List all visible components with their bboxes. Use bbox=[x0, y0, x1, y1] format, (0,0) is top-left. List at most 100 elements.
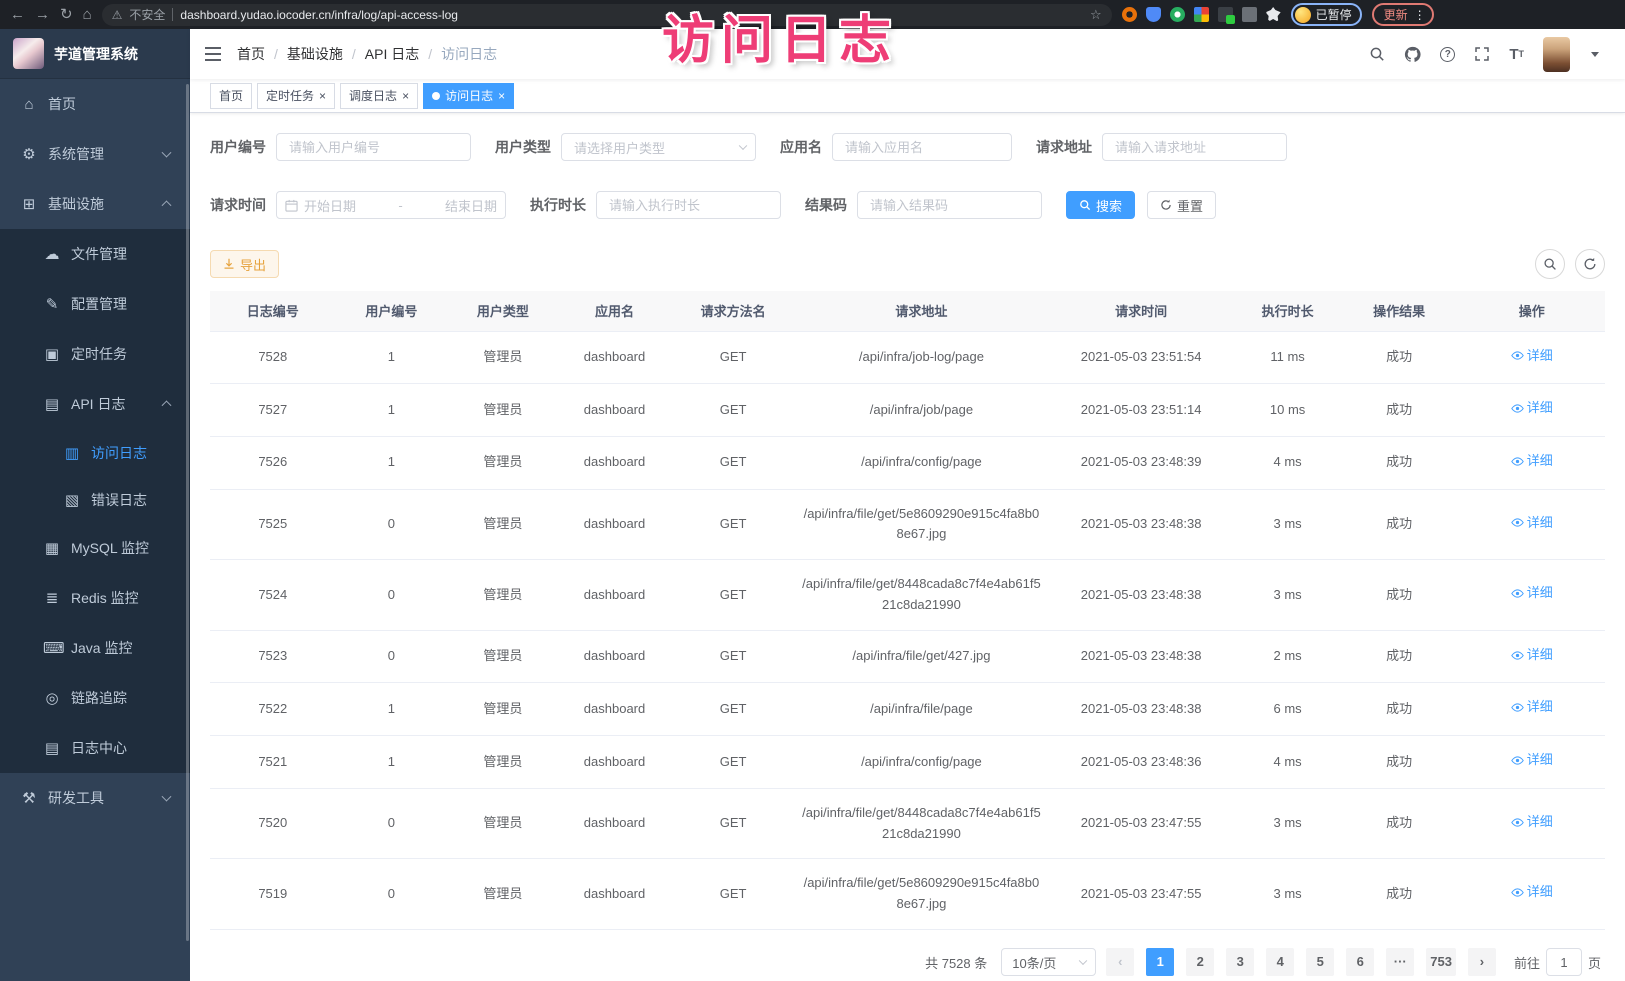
cell-app-name: dashboard bbox=[559, 788, 671, 859]
sidebar-item-access-log[interactable]: ▥ 访问日志 bbox=[0, 429, 190, 476]
request-url-input[interactable] bbox=[1102, 133, 1287, 161]
user-id-input[interactable] bbox=[276, 133, 471, 161]
sidebar-item-config-manage[interactable]: ✎ 配置管理 bbox=[0, 279, 190, 329]
detail-link[interactable]: 详细 bbox=[1511, 583, 1553, 604]
cell-app-name: dashboard bbox=[559, 560, 671, 631]
reset-button[interactable]: 重置 bbox=[1147, 191, 1216, 219]
github-icon[interactable] bbox=[1404, 46, 1421, 63]
close-icon[interactable]: × bbox=[319, 90, 326, 102]
tab-home[interactable]: 首页 bbox=[210, 83, 252, 109]
address-bar[interactable]: ⚠ 不安全 dashboard.yudao.iocoder.cn/infra/l… bbox=[102, 4, 1112, 26]
page-button-1[interactable]: 1 bbox=[1146, 948, 1174, 976]
sidebar-item-trace[interactable]: ◎ 链路追踪 bbox=[0, 673, 190, 723]
detail-link[interactable]: 详细 bbox=[1511, 398, 1553, 419]
sidebar-item-home[interactable]: ⌂ 首页 bbox=[0, 79, 190, 129]
tab-scheduled-jobs[interactable]: 定时任务 × bbox=[257, 83, 335, 109]
extension-icon-ghost[interactable] bbox=[1242, 7, 1257, 22]
url-text[interactable]: dashboard.yudao.iocoder.cn/infra/log/api… bbox=[180, 8, 1083, 22]
forward-icon[interactable]: → bbox=[35, 7, 50, 22]
search-button[interactable]: 搜索 bbox=[1066, 191, 1135, 219]
user-avatar[interactable] bbox=[1543, 37, 1570, 72]
browser-profile-chip[interactable]: 已暂停 bbox=[1291, 3, 1362, 26]
page-button-4[interactable]: 4 bbox=[1266, 948, 1294, 976]
detail-label: 详细 bbox=[1527, 750, 1553, 771]
sidebar-item-mysql-monitor[interactable]: ▦ MySQL 监控 bbox=[0, 523, 190, 573]
cell-actions: 详细 bbox=[1458, 859, 1605, 930]
sidebar-item-file-manage[interactable]: ☁ 文件管理 bbox=[0, 229, 190, 279]
reload-icon[interactable]: ↻ bbox=[60, 7, 73, 22]
sidebar-item-system[interactable]: ⚙ 系统管理 bbox=[0, 129, 190, 179]
page-button-6[interactable]: 6 bbox=[1346, 948, 1374, 976]
browser-chrome: ← → ↻ ⌂ ⚠ 不安全 dashboard.yudao.iocoder.cn… bbox=[0, 0, 1625, 29]
bookmark-star-icon[interactable]: ☆ bbox=[1090, 7, 1102, 23]
browser-update-button[interactable]: 更新 ⋮ bbox=[1372, 3, 1434, 26]
detail-link[interactable]: 详细 bbox=[1511, 451, 1553, 472]
detail-link[interactable]: 详细 bbox=[1511, 812, 1553, 833]
user-menu-caret-icon[interactable] bbox=[1591, 52, 1599, 57]
page-button-5[interactable]: 5 bbox=[1306, 948, 1334, 976]
sidebar-item-scheduled-jobs[interactable]: ▣ 定时任务 bbox=[0, 329, 190, 379]
page-button-3[interactable]: 3 bbox=[1226, 948, 1254, 976]
cell-duration: 4 ms bbox=[1235, 736, 1340, 789]
hamburger-icon[interactable] bbox=[205, 47, 221, 61]
detail-link[interactable]: 详细 bbox=[1511, 697, 1553, 718]
user-type-select[interactable]: 请选择用户类型 bbox=[561, 133, 756, 161]
app-name-input[interactable] bbox=[832, 133, 1012, 161]
sidebar-item-error-log[interactable]: ▧ 错误日志 bbox=[0, 476, 190, 523]
date-range-picker[interactable]: 开始日期 - 结束日期 bbox=[276, 191, 506, 219]
next-page-button[interactable]: › bbox=[1468, 948, 1496, 976]
cell-result: 成功 bbox=[1340, 683, 1459, 736]
extension-icon-orange[interactable] bbox=[1122, 7, 1137, 22]
export-button[interactable]: 导出 bbox=[210, 250, 279, 278]
page-button-753[interactable]: 753 bbox=[1426, 948, 1456, 976]
cell-request-time: 2021-05-03 23:51:14 bbox=[1047, 384, 1235, 437]
font-size-icon[interactable]: TT bbox=[1509, 47, 1524, 62]
close-icon[interactable]: × bbox=[498, 90, 505, 102]
breadcrumb-home[interactable]: 首页 bbox=[237, 44, 265, 64]
toggle-search-button[interactable] bbox=[1535, 249, 1565, 279]
chevron-down-icon bbox=[739, 142, 747, 150]
help-icon[interactable]: ? bbox=[1440, 47, 1455, 62]
cell-log-id: 7520 bbox=[210, 788, 336, 859]
sidebar-item-dev-tools[interactable]: ⚒ 研发工具 bbox=[0, 773, 190, 823]
browser-home-icon[interactable]: ⌂ bbox=[83, 7, 92, 22]
detail-link[interactable]: 详细 bbox=[1511, 346, 1553, 367]
tab-dispatch-log[interactable]: 调度日志 × bbox=[340, 83, 418, 109]
page-button-2[interactable]: 2 bbox=[1186, 948, 1214, 976]
back-icon[interactable]: ← bbox=[10, 7, 25, 22]
not-secure-label[interactable]: 不安全 bbox=[129, 6, 165, 23]
fullscreen-icon[interactable] bbox=[1474, 46, 1490, 62]
extension-icon-dark-badge[interactable] bbox=[1218, 7, 1233, 22]
app-logo-area[interactable]: 芋道管理系统 bbox=[0, 29, 190, 79]
extension-icon-shield[interactable] bbox=[1146, 7, 1161, 22]
detail-link[interactable]: 详细 bbox=[1511, 750, 1553, 771]
sidebar-item-java-monitor[interactable]: ⌨ Java 监控 bbox=[0, 623, 190, 673]
page-size-select[interactable]: 10条/页 bbox=[1001, 948, 1096, 976]
sidebar-item-log-center[interactable]: ▤ 日志中心 bbox=[0, 723, 190, 773]
sidebar-item-api-log[interactable]: ▤ API 日志 bbox=[0, 379, 190, 429]
prev-page-button[interactable]: ‹ bbox=[1106, 948, 1134, 976]
extension-icon-green[interactable] bbox=[1170, 7, 1185, 22]
extension-icon-grid[interactable] bbox=[1194, 7, 1209, 22]
detail-link[interactable]: 详细 bbox=[1511, 645, 1553, 666]
header-search-icon[interactable] bbox=[1369, 46, 1385, 62]
not-secure-warning-icon: ⚠ bbox=[112, 8, 123, 22]
eye-icon bbox=[1511, 701, 1524, 714]
result-code-input[interactable] bbox=[857, 191, 1042, 219]
browser-menu-icon[interactable]: ⋮ bbox=[1414, 8, 1426, 22]
sidebar-item-infrastructure[interactable]: ⊞ 基础设施 bbox=[0, 179, 190, 229]
goto-page-input[interactable] bbox=[1546, 948, 1582, 976]
duration-input[interactable] bbox=[596, 191, 781, 219]
cell-user-id: 0 bbox=[336, 859, 448, 930]
extension-icon-star[interactable] bbox=[1266, 7, 1281, 22]
cell-method: GET bbox=[670, 736, 796, 789]
refresh-table-button[interactable] bbox=[1575, 249, 1605, 279]
sidebar-item-label: MySQL 监控 bbox=[71, 538, 149, 558]
tab-access-log[interactable]: 访问日志 × bbox=[423, 83, 514, 109]
sidebar-item-redis-monitor[interactable]: ≣ Redis 监控 bbox=[0, 573, 190, 623]
close-icon[interactable]: × bbox=[402, 90, 409, 102]
detail-link[interactable]: 详细 bbox=[1511, 513, 1553, 534]
detail-link[interactable]: 详细 bbox=[1511, 882, 1553, 903]
cell-log-id: 7519 bbox=[210, 859, 336, 930]
more-pages-button[interactable]: ··· bbox=[1386, 948, 1414, 976]
